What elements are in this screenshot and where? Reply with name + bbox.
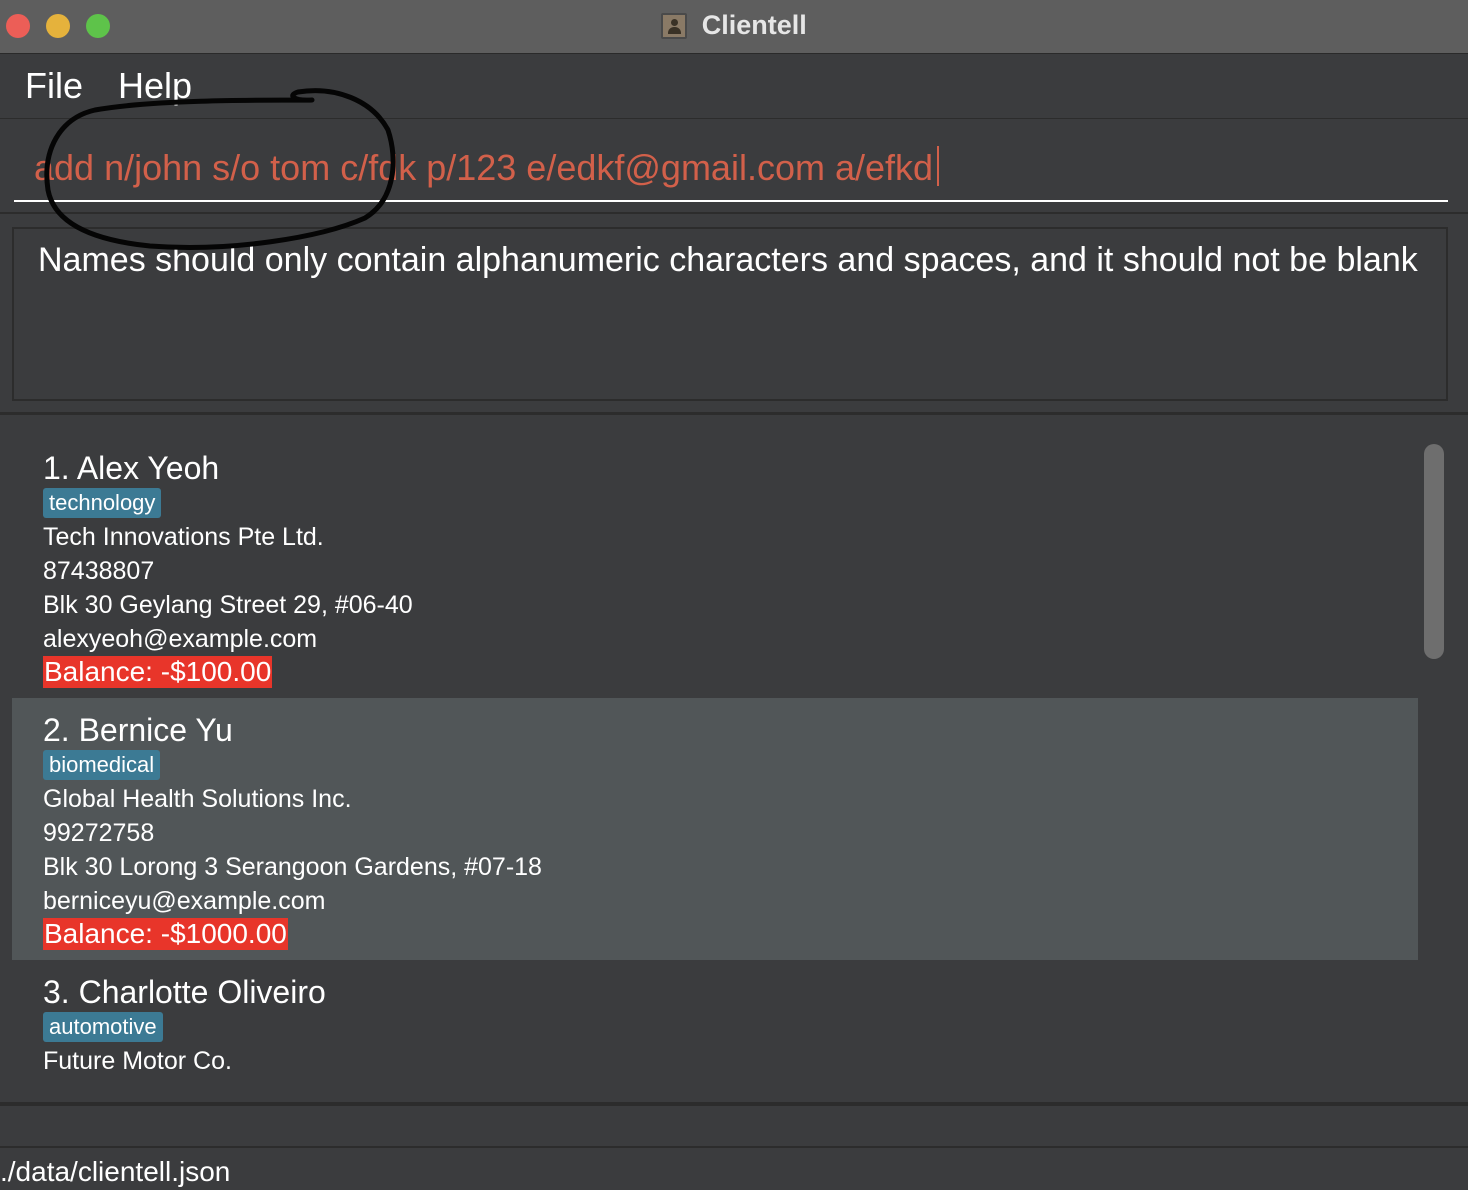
- person-email: berniceyu@example.com: [43, 887, 326, 915]
- title-bar: Clientell: [0, 0, 1468, 54]
- person-card[interactable]: 2. Bernice Yu biomedical Global Health S…: [12, 698, 1418, 960]
- person-tag: automotive: [43, 1012, 163, 1042]
- person-company: Tech Innovations Pte Ltd.: [43, 523, 324, 551]
- status-bar: ./data/clientell.json: [0, 1148, 1468, 1190]
- person-balance: Balance: -$1000.00: [43, 918, 288, 950]
- person-phone: 87438807: [43, 557, 155, 585]
- person-name: 1. Alex Yeoh: [43, 450, 220, 486]
- person-card[interactable]: 1. Alex Yeoh technology Tech Innovations…: [12, 436, 1418, 698]
- menu-bar: File Help: [0, 55, 1468, 119]
- person-card[interactable]: 3. Charlotte Oliveiro automotive Future …: [12, 960, 1418, 1082]
- list-scrollbar-thumb[interactable]: [1424, 444, 1444, 659]
- command-input-text[interactable]: add n/john s/o tom c/fdk p/123 e/edkf@gm…: [34, 146, 940, 189]
- person-tag: biomedical: [43, 750, 161, 780]
- person-email: alexyeoh@example.com: [43, 625, 318, 653]
- person-name: 3. Charlotte Oliveiro: [43, 974, 326, 1010]
- person-address: Blk 30 Lorong 3 Serangoon Gardens, #07-1…: [43, 853, 542, 881]
- menu-help[interactable]: Help: [118, 65, 192, 107]
- person-company: Future Motor Co.: [43, 1047, 232, 1075]
- window-title-group: Clientell: [0, 10, 1468, 41]
- menu-file[interactable]: File: [25, 65, 83, 107]
- contacts-book-icon: [661, 12, 688, 39]
- divider: [0, 412, 1468, 415]
- person-list[interactable]: 1. Alex Yeoh technology Tech Innovations…: [12, 436, 1418, 1082]
- result-display: Names should only contain alphanumeric c…: [12, 227, 1448, 401]
- person-tag: technology: [43, 488, 162, 518]
- person-name: 2. Bernice Yu: [43, 712, 233, 748]
- window-title: Clientell: [701, 10, 807, 40]
- person-balance: Balance: -$100.00: [43, 656, 273, 688]
- result-message: Names should only contain alphanumeric c…: [38, 241, 1418, 279]
- command-box-area: add n/john s/o tom c/fdk p/123 e/edkf@gm…: [0, 120, 1468, 214]
- list-bottom-padding: [0, 1082, 1468, 1102]
- command-input[interactable]: add n/john s/o tom c/fdk p/123 e/edkf@gm…: [14, 142, 1448, 202]
- person-address: Blk 30 Geylang Street 29, #06-40: [43, 591, 413, 619]
- person-phone: 99272758: [43, 819, 155, 847]
- person-company: Global Health Solutions Inc.: [43, 785, 352, 813]
- divider: [0, 1102, 1468, 1106]
- text-caret: [937, 146, 940, 186]
- save-file-path: ./data/clientell.json: [0, 1156, 231, 1187]
